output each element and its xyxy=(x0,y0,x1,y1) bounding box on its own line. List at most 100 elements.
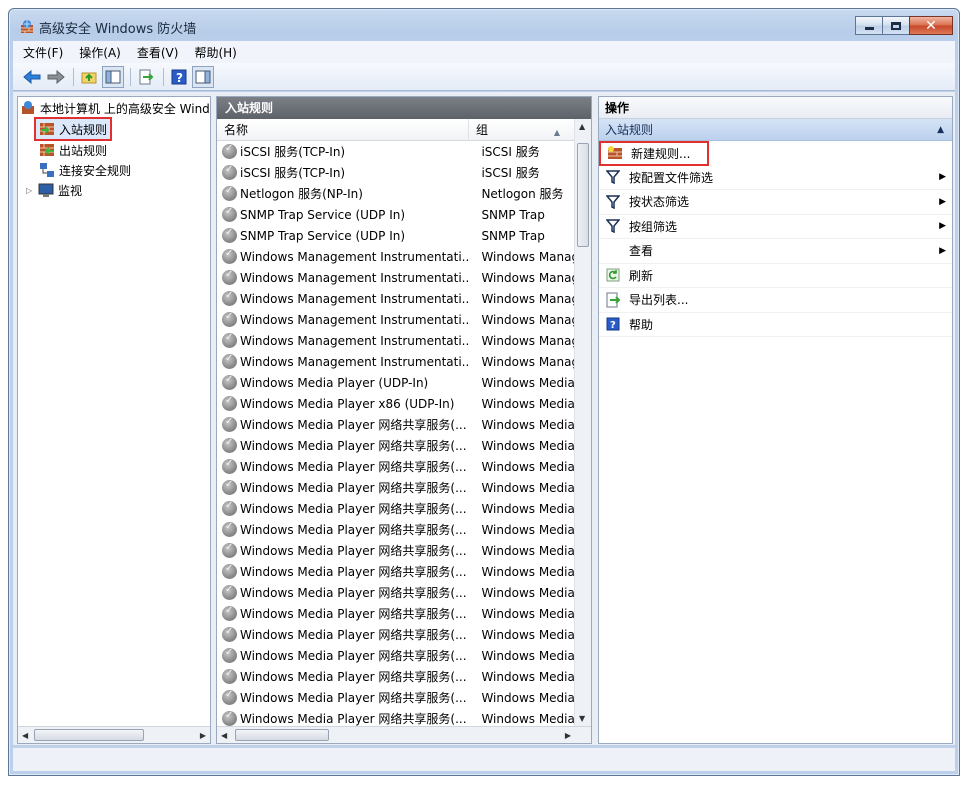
show-hide-tree-button[interactable] xyxy=(102,65,124,88)
help-button[interactable]: ? xyxy=(168,66,190,88)
action-filter-by-profile[interactable]: 按配置文件筛选 ▶ xyxy=(599,166,952,190)
maximize-button[interactable] xyxy=(882,16,910,35)
submenu-arrow-icon: ▶ xyxy=(939,196,946,207)
scroll-left-icon[interactable]: ◀ xyxy=(22,731,28,740)
table-row[interactable]: Windows Media Player 网络共享服务(... Windows M… xyxy=(217,519,574,540)
rule-group-cell: Windows Media P xyxy=(481,375,574,390)
rule-disabled-icon xyxy=(222,479,237,495)
rule-disabled-icon xyxy=(222,374,237,390)
table-row[interactable]: SNMP Trap Service (UDP In) SNMP Trap xyxy=(217,204,574,225)
title-bar[interactable]: 高级安全 Windows 防火墙 ✕ xyxy=(9,9,959,41)
table-row[interactable]: Windows Media Player 网络共享服务(... Windows M… xyxy=(217,603,574,624)
tree-scroll-thumb[interactable] xyxy=(34,729,144,741)
rule-disabled-icon xyxy=(222,206,237,222)
column-header-name[interactable]: 名称 xyxy=(217,119,469,141)
scroll-right-icon[interactable]: ▶ xyxy=(200,731,206,740)
table-row[interactable]: Windows Media Player 网络共享服务(... Windows M… xyxy=(217,498,574,519)
filter-icon xyxy=(605,194,621,210)
rule-name-cell: Windows Media Player 网络共享服务(... xyxy=(240,670,467,684)
table-row[interactable]: Windows Media Player 网络共享服务(... Windows M… xyxy=(217,456,574,477)
rule-disabled-icon xyxy=(222,332,237,348)
window-title: 高级安全 Windows 防火墙 xyxy=(39,22,197,37)
rule-disabled-icon xyxy=(222,584,237,600)
table-row[interactable]: Windows Media Player (UDP-In) Windows Med… xyxy=(217,372,574,393)
list-scroll-thumb[interactable] xyxy=(577,143,589,247)
table-row[interactable]: Windows Media Player 网络共享服务(... Windows M… xyxy=(217,687,574,708)
list-hscroll-thumb[interactable] xyxy=(235,729,329,741)
rule-name-cell: Windows Media Player 网络共享服务(... xyxy=(240,523,467,537)
scroll-down-icon[interactable]: ▼ xyxy=(579,714,585,723)
menu-help[interactable]: 帮助(H) xyxy=(194,44,236,61)
up-button[interactable] xyxy=(78,66,100,88)
table-row[interactable]: Windows Media Player x86 (UDP-In) Windows… xyxy=(217,393,574,414)
list-vertical-scrollbar[interactable]: ▲ ▼ xyxy=(574,119,591,726)
rule-disabled-icon xyxy=(222,353,237,369)
menu-view[interactable]: 查看(V) xyxy=(137,44,179,61)
tree-item-outbound-rules[interactable]: 出站规则 xyxy=(39,141,107,159)
back-button[interactable] xyxy=(21,66,43,88)
scroll-right-icon[interactable]: ▶ xyxy=(565,731,571,740)
close-button[interactable]: ✕ xyxy=(909,16,953,35)
table-row[interactable]: Netlogon 服务(NP-In) Netlogon 服务 xyxy=(217,183,574,204)
status-bar xyxy=(13,747,955,771)
actions-section-inbound[interactable]: 入站规则 ▲ xyxy=(599,119,952,141)
action-export-list[interactable]: 导出列表... xyxy=(599,288,952,313)
menu-action[interactable]: 操作(A) xyxy=(79,44,121,61)
show-hide-tree-icon xyxy=(105,70,121,83)
action-label: 按组筛选 xyxy=(629,219,678,234)
table-row[interactable]: Windows Management Instrumentati... Windo… xyxy=(217,351,574,372)
rule-name-cell: iSCSI 服务(TCP-In) xyxy=(240,166,346,180)
column-header-group[interactable]: 组 ▲ xyxy=(469,119,576,141)
rule-name-cell: Netlogon 服务(NP-In) xyxy=(240,187,363,201)
action-view[interactable]: 查看 ▶ xyxy=(599,239,952,264)
table-row[interactable]: Windows Media Player 网络共享服务(... Windows M… xyxy=(217,414,574,435)
tree-root[interactable]: 本地计算机 上的高级安全 Windows 防火墙 xyxy=(20,99,210,117)
toolbar-separator xyxy=(130,67,131,86)
action-filter-by-state[interactable]: 按状态筛选 ▶ xyxy=(599,190,952,215)
action-new-rule[interactable]: 新建规则... xyxy=(599,141,709,166)
table-row[interactable]: Windows Media Player 网络共享服务(... Windows M… xyxy=(217,645,574,666)
action-label: 帮助 xyxy=(629,317,654,332)
rule-name-cell: Windows Management Instrumentati... xyxy=(240,354,471,369)
rule-group-cell: Windows Media P xyxy=(481,648,574,663)
table-row[interactable]: Windows Media Player 网络共享服务(... Windows M… xyxy=(217,435,574,456)
tree-item-label: 出站规则 xyxy=(59,143,108,158)
tree-item-connection-security-rules[interactable]: 连接安全规则 xyxy=(39,161,131,179)
scroll-left-icon[interactable]: ◀ xyxy=(221,731,227,740)
action-refresh[interactable]: 刷新 xyxy=(599,264,952,288)
table-row[interactable]: Windows Management Instrumentati... Windo… xyxy=(217,288,574,309)
action-filter-by-group[interactable]: 按组筛选 ▶ xyxy=(599,215,952,239)
rule-name-cell: Windows Media Player 网络共享服务(... xyxy=(240,586,467,600)
table-row[interactable]: Windows Management Instrumentati... Windo… xyxy=(217,330,574,351)
table-row[interactable]: SNMP Trap Service (UDP In) SNMP Trap xyxy=(217,225,574,246)
action-help[interactable]: ? 帮助 xyxy=(599,313,952,337)
rule-group-cell: Windows Media P xyxy=(481,606,574,621)
rule-disabled-icon xyxy=(222,143,237,159)
table-row[interactable]: Windows Media Player 网络共享服务(... Windows M… xyxy=(217,540,574,561)
rule-name-cell: Windows Media Player 网络共享服务(... xyxy=(240,712,467,726)
table-row[interactable]: Windows Media Player 网络共享服务(... Windows M… xyxy=(217,477,574,498)
action-label: 新建规则... xyxy=(631,146,691,161)
table-row[interactable]: Windows Media Player 网络共享服务(... Windows M… xyxy=(217,666,574,687)
menu-file[interactable]: 文件(F) xyxy=(23,44,63,61)
tree-horizontal-scrollbar[interactable]: ◀ ▶ xyxy=(18,726,210,743)
properties-button[interactable] xyxy=(192,65,214,88)
tree-item-inbound-rules[interactable]: 入站规则 xyxy=(34,117,113,141)
table-row[interactable]: Windows Media Player 网络共享服务(... Windows M… xyxy=(217,624,574,645)
rule-disabled-icon xyxy=(222,416,237,432)
table-row[interactable]: Windows Management Instrumentati... Windo… xyxy=(217,267,574,288)
forward-button[interactable] xyxy=(45,66,67,88)
table-row[interactable]: Windows Management Instrumentati... Windo… xyxy=(217,309,574,330)
list-horizontal-scrollbar[interactable]: ◀ ▶ xyxy=(217,726,591,743)
minimize-button[interactable] xyxy=(855,16,883,35)
tree-item-monitoring[interactable]: ▷ 监视 xyxy=(26,181,82,199)
table-row[interactable]: Windows Management Instrumentati... Windo… xyxy=(217,246,574,267)
export-button[interactable] xyxy=(135,66,157,88)
collapse-icon[interactable]: ▲ xyxy=(937,119,944,141)
expand-arrow-icon[interactable]: ▷ xyxy=(26,186,38,195)
table-row[interactable]: iSCSI 服务(TCP-In) iSCSI 服务 xyxy=(217,162,574,183)
table-row[interactable]: Windows Media Player 网络共享服务(... Windows M… xyxy=(217,582,574,603)
table-row[interactable]: iSCSI 服务(TCP-In) iSCSI 服务 xyxy=(217,141,574,162)
scroll-up-icon[interactable]: ▲ xyxy=(579,122,585,131)
table-row[interactable]: Windows Media Player 网络共享服务(... Windows M… xyxy=(217,561,574,582)
